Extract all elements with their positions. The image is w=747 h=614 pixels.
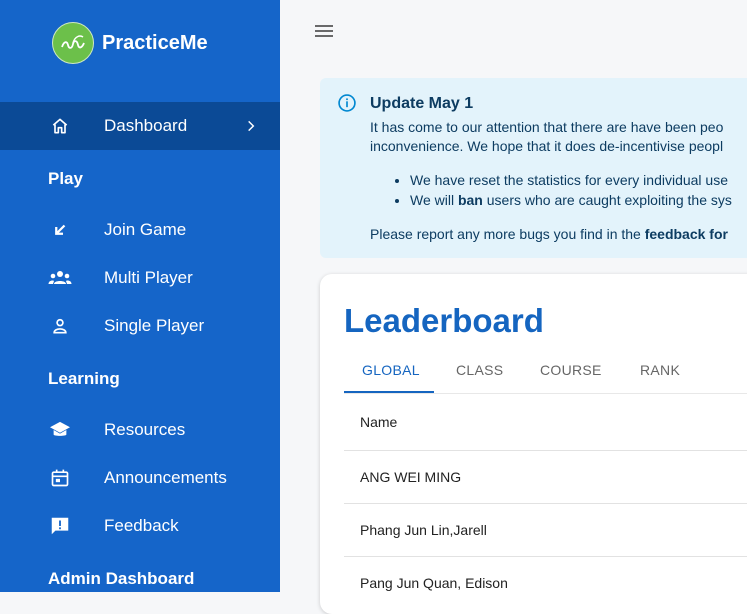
section-title-admin: Admin Dashboard (48, 569, 195, 588)
section-title-learning: Learning (48, 369, 120, 388)
sidebar-item-label: Announcements (104, 468, 227, 487)
sidebar-item-label: Single Player (104, 316, 205, 335)
table-row[interactable]: Phang Jun Lin,Jarell (360, 522, 487, 538)
person-icon (48, 314, 72, 338)
sidebar-item-join-game[interactable]: Join Game (0, 206, 280, 254)
brand-name: PracticeMe (102, 31, 208, 54)
feedback-link[interactable]: feedback for (645, 226, 728, 242)
table-row[interactable]: Pang Jun Quan, Edison (360, 575, 508, 591)
alert-text: inconvenience. We hope that it does de-i… (370, 138, 724, 154)
sidebar-item-feedback[interactable]: Feedback (0, 502, 280, 550)
alert-bullet: We have reset the statistics for every i… (410, 170, 732, 190)
feedback-icon (48, 514, 72, 538)
table-row[interactable]: ANG WEI MING (360, 469, 461, 485)
sidebar-item-label: Resources (104, 420, 186, 439)
info-icon (338, 94, 356, 112)
calendar-icon (48, 466, 72, 490)
sidebar-item-label: Feedback (104, 516, 179, 535)
tab-class[interactable]: CLASS (456, 362, 503, 378)
menu-button[interactable] (313, 20, 335, 42)
tab-divider (344, 393, 747, 394)
home-icon (48, 114, 72, 138)
tab-global[interactable]: GLOBAL (362, 362, 420, 378)
sidebar-item-dashboard[interactable]: Dashboard (0, 102, 280, 150)
school-icon (48, 418, 72, 442)
alert-title: Update May 1 (370, 95, 474, 112)
arrow-down-left-icon (48, 218, 72, 242)
tab-rank[interactable]: RANK (640, 362, 680, 378)
sidebar-item-single-player[interactable]: Single Player (0, 302, 280, 350)
sidebar-item-announcements[interactable]: Announcements (0, 454, 280, 502)
seed-logo-icon (52, 22, 94, 64)
tab-indicator (344, 391, 434, 393)
column-header-name: Name (360, 414, 398, 430)
chevron-right-icon (244, 118, 260, 134)
leaderboard-card: Leaderboard GLOBAL CLASS COURSE RANK Nam… (320, 274, 747, 614)
group-icon (48, 266, 72, 290)
divider (344, 556, 747, 557)
sidebar-item-resources[interactable]: Resources (0, 406, 280, 454)
sidebar-item-label: Dashboard (104, 116, 188, 135)
update-alert: Update May 1 It has come to our attentio… (320, 78, 747, 258)
sidebar: PracticeMe Dashboard Play Join Game Mult… (0, 0, 280, 592)
tab-course[interactable]: COURSE (540, 362, 602, 378)
sidebar-item-multi-player[interactable]: Multi Player (0, 254, 280, 302)
divider (344, 450, 747, 451)
page-title: Leaderboard (344, 302, 544, 339)
hamburger-icon (315, 25, 333, 37)
alert-bullet: We will ban users who are caught exploit… (410, 190, 732, 210)
section-title-play: Play (48, 169, 83, 188)
alert-text: It has come to our attention that there … (370, 119, 724, 135)
sidebar-item-label: Multi Player (104, 268, 193, 287)
alert-footer: Please report any more bugs you find in … (370, 226, 728, 242)
sidebar-item-label: Join Game (104, 220, 187, 239)
brand[interactable]: PracticeMe (52, 22, 208, 64)
alert-bullets: We have reset the statistics for every i… (370, 170, 732, 210)
divider (344, 503, 747, 504)
